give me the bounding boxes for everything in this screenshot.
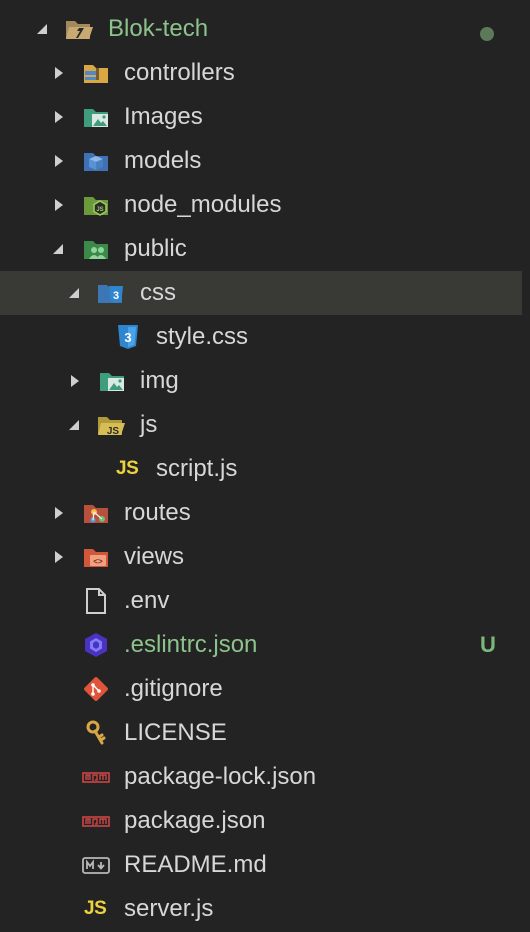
- git-untracked-badge: U: [480, 632, 496, 657]
- chevron-collapsed-icon[interactable]: [52, 153, 66, 169]
- npm-icon: [82, 807, 110, 835]
- tree-file-gitignore[interactable]: .gitignore: [0, 667, 522, 711]
- tree-file-package-lock[interactable]: package-lock.json: [0, 755, 522, 799]
- tree-root-label: Blok-tech: [108, 15, 209, 42]
- svg-text:3: 3: [113, 290, 119, 302]
- tree-file-style-css[interactable]: 3 style.css: [0, 315, 522, 359]
- tree-folder-node-modules[interactable]: JS node_modules: [0, 183, 522, 227]
- folder-controllers-icon: [82, 59, 110, 87]
- tree-item-label: package.json: [124, 807, 266, 834]
- folder-open-root-icon: [64, 15, 93, 43]
- tree-file-eslintrc[interactable]: .eslintrc.json U: [0, 623, 522, 667]
- tree-item-label: .eslintrc.json: [124, 631, 258, 658]
- file-explorer: Blok-tech controllers Images models JS n…: [0, 0, 530, 932]
- folder-images-icon: [82, 103, 110, 131]
- folder-public-icon: [82, 235, 110, 263]
- folder-js-icon: JS: [96, 411, 125, 439]
- tree-item-label: README.md: [124, 851, 267, 878]
- modified-dot-indicator: [480, 27, 494, 41]
- license-key-icon: [82, 719, 110, 747]
- folder-images-icon: [98, 367, 126, 395]
- css-file-icon: 3: [114, 323, 142, 351]
- tree-file-license[interactable]: LICENSE: [0, 711, 522, 755]
- svg-text:JS: JS: [107, 426, 120, 437]
- tree-item-label: script.js: [156, 455, 238, 482]
- tree-item-label: controllers: [124, 59, 235, 86]
- chevron-collapsed-icon[interactable]: [52, 109, 66, 125]
- tree-file-server-js[interactable]: JS server.js: [0, 887, 522, 931]
- npm-icon: [82, 763, 110, 791]
- tree-folder-models[interactable]: models: [0, 139, 522, 183]
- tree-folder-js[interactable]: JS js: [0, 403, 522, 447]
- tree-folder-controllers[interactable]: controllers: [0, 51, 522, 95]
- git-icon: [82, 675, 110, 703]
- tree-item-label: node_modules: [124, 191, 282, 218]
- tree-folder-img[interactable]: img: [0, 359, 522, 403]
- tree-folder-images[interactable]: Images: [0, 95, 522, 139]
- chevron-expanded-icon[interactable]: [52, 241, 66, 257]
- folder-routes-icon: [82, 499, 110, 527]
- tree-root-blok-tech[interactable]: Blok-tech: [0, 7, 522, 51]
- tree-folder-routes[interactable]: routes: [0, 491, 522, 535]
- svg-text:JS: JS: [96, 207, 103, 213]
- tree-file-env[interactable]: .env: [0, 579, 522, 623]
- tree-item-label: img: [140, 367, 179, 394]
- tree-file-package-json[interactable]: package.json: [0, 799, 522, 843]
- svg-text:3: 3: [124, 330, 131, 345]
- tree-folder-views[interactable]: <> views: [0, 535, 522, 579]
- tree-item-label: .env: [124, 587, 170, 614]
- folder-node-icon: JS: [82, 191, 110, 219]
- folder-models-icon: [82, 147, 110, 175]
- markdown-icon: [82, 851, 110, 879]
- tree-folder-css[interactable]: 3 css: [0, 271, 522, 315]
- tree-item-label: public: [124, 235, 187, 262]
- tree-item-label: views: [124, 543, 185, 570]
- tree-folder-public[interactable]: public: [0, 227, 522, 271]
- tree-item-label: js: [140, 411, 158, 438]
- tree-item-label: server.js: [124, 895, 214, 922]
- svg-text:<>: <>: [93, 558, 103, 567]
- chevron-collapsed-icon[interactable]: [68, 373, 82, 389]
- chevron-collapsed-icon[interactable]: [52, 505, 66, 521]
- eslint-icon: [82, 631, 110, 659]
- folder-css-icon: 3: [96, 279, 124, 307]
- chevron-collapsed-icon[interactable]: [52, 549, 66, 565]
- tree-file-script-js[interactable]: JS script.js: [0, 447, 522, 491]
- tree-file-readme[interactable]: README.md: [0, 843, 522, 887]
- chevron-expanded-icon[interactable]: [68, 417, 82, 433]
- tree-item-label: package-lock.json: [124, 763, 317, 790]
- tree-item-label: css: [140, 279, 176, 306]
- chevron-expanded-icon[interactable]: [68, 285, 82, 301]
- tree-item-label: routes: [124, 499, 191, 526]
- tree-item-label: models: [124, 147, 202, 174]
- folder-views-icon: <>: [82, 543, 110, 571]
- tree-item-label: .gitignore: [124, 675, 223, 702]
- chevron-collapsed-icon[interactable]: [52, 197, 66, 213]
- tree-item-label: LICENSE: [124, 719, 227, 746]
- file-icon: [82, 587, 110, 615]
- chevron-collapsed-icon[interactable]: [52, 65, 66, 81]
- js-file-icon: JS: [116, 458, 139, 479]
- chevron-expanded-icon[interactable]: [36, 21, 50, 37]
- tree-item-label: style.css: [156, 323, 249, 350]
- js-file-icon: JS: [84, 898, 107, 919]
- tree-item-label: Images: [124, 103, 203, 130]
